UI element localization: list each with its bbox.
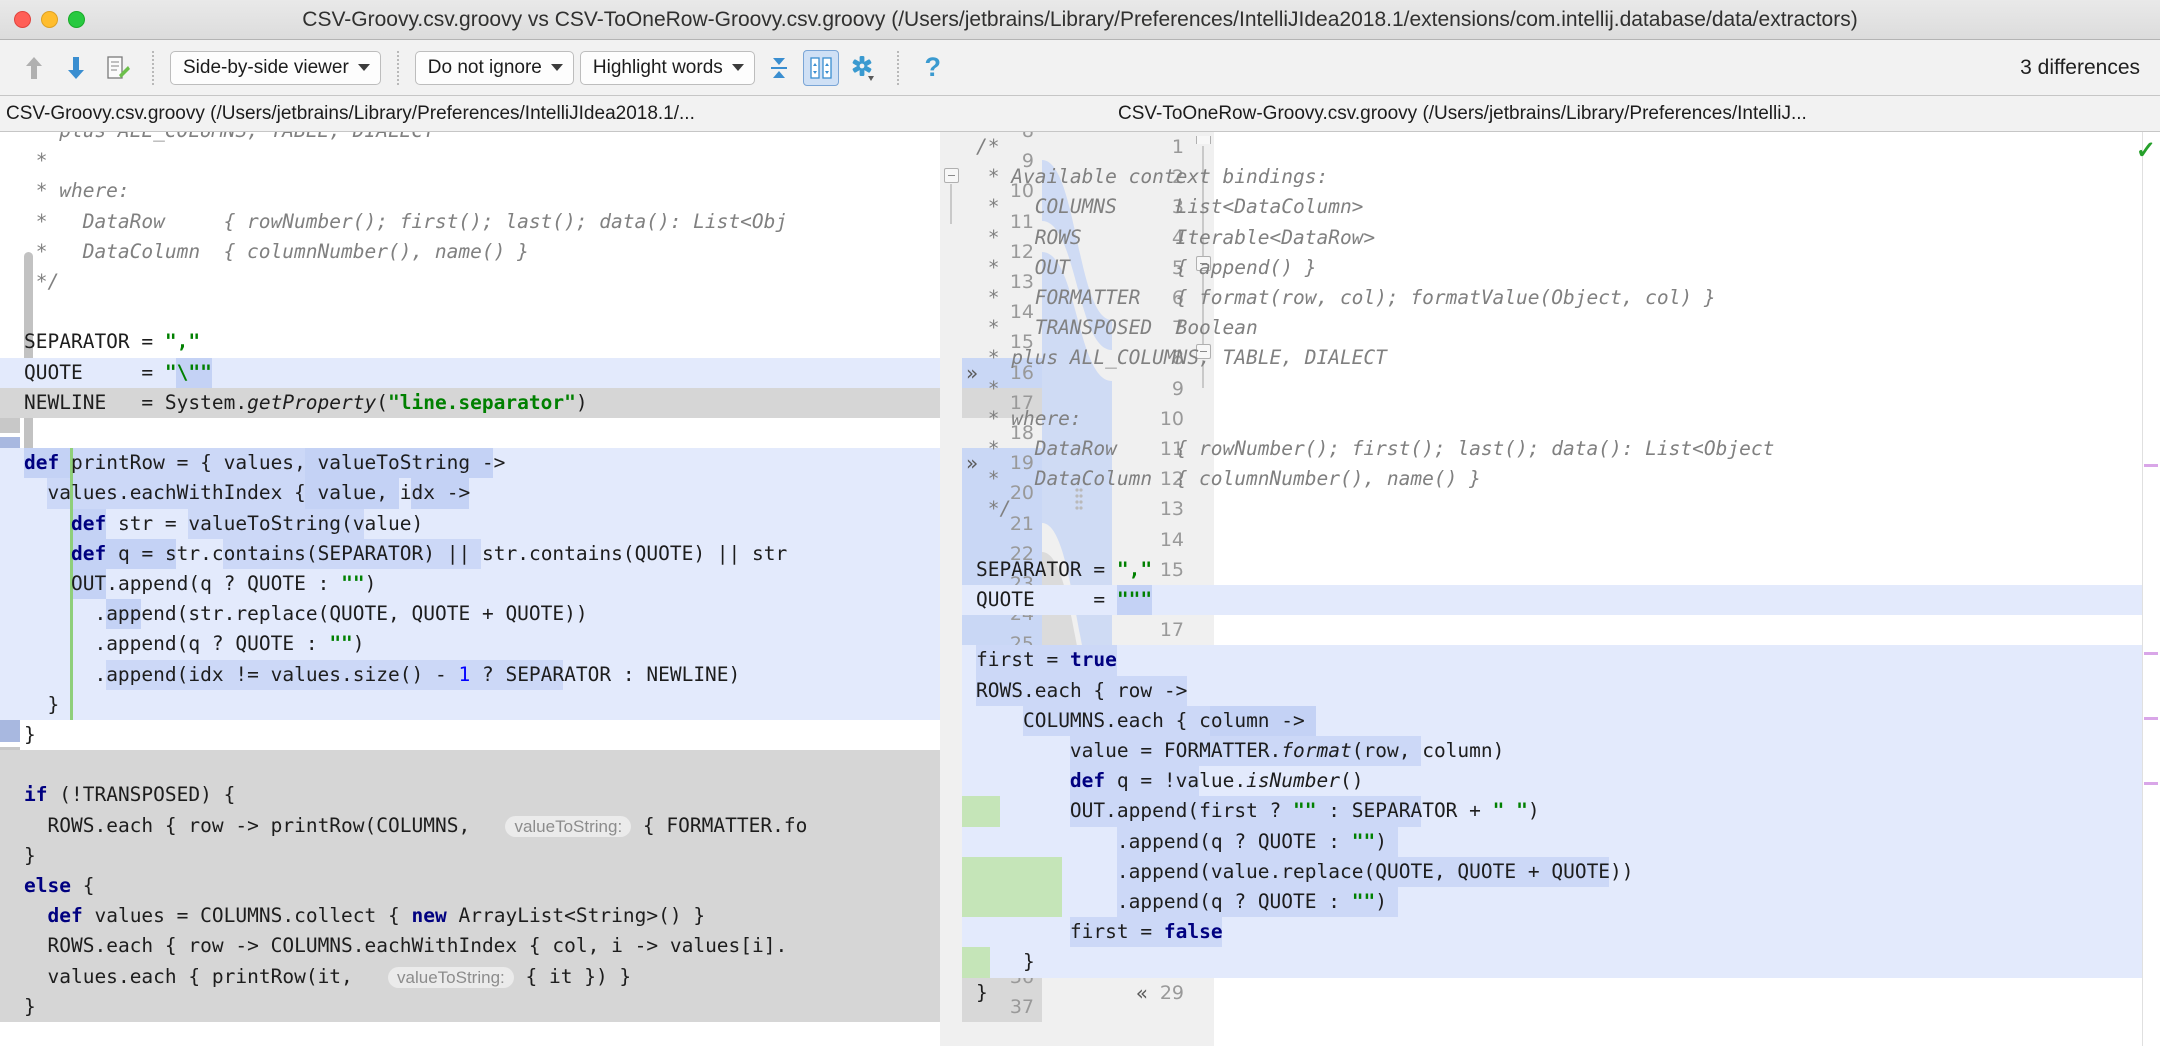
ignore-mode-label: Do not ignore [427, 56, 542, 78]
chevron-down-icon [357, 64, 370, 71]
window-title: CSV-Groovy.csv.groovy vs CSV-ToOneRow-Gr… [302, 7, 1858, 31]
next-difference-button[interactable] [58, 50, 94, 86]
fold-line [950, 184, 952, 224]
file-header-bar: CSV-Groovy.csv.groovy (/Users/jetbrains/… [0, 96, 2160, 132]
right-file-label[interactable]: CSV-ToOneRow-Groovy.csv.groovy (/Users/j… [1118, 103, 2108, 125]
diff-viewer: * plus ALL_COLUMNS, TABLE, DIALECT * * w… [0, 132, 2160, 1046]
close-button[interactable] [14, 11, 31, 28]
left-editor-pane[interactable]: * plus ALL_COLUMNS, TABLE, DIALECT * * w… [0, 132, 962, 1046]
help-button[interactable]: ? [915, 50, 951, 86]
minimize-button[interactable] [41, 11, 58, 28]
arrow-down-icon [68, 56, 84, 79]
apply-changes-button[interactable] [100, 50, 136, 86]
viewer-mode-label: Side-by-side viewer [183, 56, 349, 78]
previous-difference-button[interactable] [16, 50, 52, 86]
collapse-unchanged-icon [770, 57, 787, 78]
change-stripe[interactable] [2144, 464, 2158, 467]
ignore-mode-select[interactable]: Do not ignore [414, 50, 574, 85]
right-editor-pane[interactable]: /* * Available context bindings: * COLUM… [962, 132, 2160, 1046]
chevron-down-icon [731, 64, 744, 71]
synchronize-scrolling-icon [810, 56, 832, 79]
left-fold-column[interactable] [940, 132, 962, 1046]
highlight-mode-select[interactable]: Highlight words [579, 50, 755, 85]
chevron-down-icon [550, 64, 563, 71]
arrow-up-icon [26, 56, 42, 79]
inspection-ok-icon: ✓ [2135, 137, 2156, 164]
right-error-stripe[interactable]: ✓ [2136, 132, 2160, 1046]
compare-files-icon [107, 55, 130, 79]
toolbar-separator-2 [396, 50, 399, 85]
diff-toolbar: Side-by-side viewer Do not ignore Highli… [0, 40, 2160, 96]
change-stripe[interactable] [2144, 782, 2158, 785]
window-controls[interactable] [0, 11, 85, 28]
viewer-mode-select[interactable]: Side-by-side viewer [170, 50, 381, 85]
left-code-surface[interactable]: * plus ALL_COLUMNS, TABLE, DIALECT * * w… [0, 132, 962, 1046]
settings-button[interactable] [845, 50, 881, 86]
change-stripe[interactable] [2144, 652, 2158, 655]
difference-count-label: 3 differences [2020, 55, 2140, 79]
toolbar-separator-3 [896, 50, 899, 85]
fold-region-icon[interactable] [944, 168, 959, 183]
left-file-label[interactable]: CSV-Groovy.csv.groovy (/Users/jetbrains/… [6, 103, 746, 125]
question-mark-icon: ? [924, 52, 942, 82]
toolbar-separator-1 [152, 50, 154, 85]
right-code-surface[interactable]: /* * Available context bindings: * COLUM… [962, 132, 2160, 1046]
synchronize-scrolling-button[interactable] [802, 49, 839, 86]
collapse-unchanged-button[interactable] [761, 50, 797, 86]
gear-icon [852, 55, 874, 81]
maximize-button[interactable] [68, 11, 85, 28]
change-stripe[interactable] [2144, 717, 2158, 720]
highlight-mode-label: Highlight words [592, 56, 723, 78]
window-title-bar: CSV-Groovy.csv.groovy vs CSV-ToOneRow-Gr… [0, 0, 2160, 40]
